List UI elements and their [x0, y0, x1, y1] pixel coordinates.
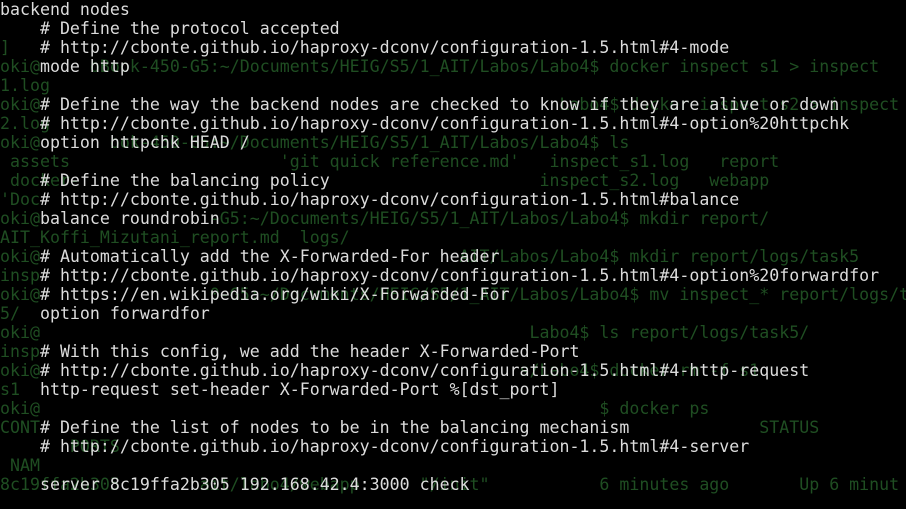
- config-line: # https://en.wikipedia.org/wiki/X-Forwar…: [0, 285, 510, 304]
- config-line: # http://cbonte.github.io/haproxy-dconv/…: [0, 190, 740, 209]
- background-line: assets 'git quick reference.md' inspect_…: [0, 152, 780, 171]
- config-line: mode http: [0, 57, 130, 76]
- config-line: # Automatically add the X-Forwarded-For …: [0, 247, 500, 266]
- config-line: server 8c19ffa2b305 192.168.42.4:3000 ch…: [0, 475, 470, 494]
- config-line: option httpchk HEAD /: [0, 133, 250, 152]
- config-line: # Define the list of nodes to be in the …: [0, 418, 630, 437]
- config-line: option forwardfor: [0, 304, 210, 323]
- config-line: # Define the balancing policy: [0, 171, 330, 190]
- config-line: balance roundrobin: [0, 209, 220, 228]
- background-line: oki@ oBook-450-G5:~/Documents/HEIG/S5/1_…: [0, 57, 880, 76]
- config-line: # http://cbonte.github.io/haproxy-dconv/…: [0, 266, 880, 285]
- config-line: # Define the protocol accepted: [0, 19, 340, 38]
- config-line: # http://cbonte.github.io/haproxy-dconv/…: [0, 361, 810, 380]
- config-line: backend nodes: [0, 0, 130, 19]
- background-line: oki@ $ docker ps: [0, 399, 710, 418]
- config-line: # With this config, we add the header X-…: [0, 342, 580, 361]
- config-line: # http://cbonte.github.io/haproxy-dconv/…: [0, 114, 850, 133]
- background-line: AIT_Koffi_Mizutani_report.md logs/: [0, 228, 350, 247]
- config-line: # Define the way the backend nodes are c…: [0, 95, 840, 114]
- config-line: # http://cbonte.github.io/haproxy-dconv/…: [0, 437, 750, 456]
- background-line: 1.log: [0, 76, 50, 95]
- config-line: # http://cbonte.github.io/haproxy-dconv/…: [0, 38, 730, 57]
- background-line: oki@ Labo4$ ls report/logs/task5/: [0, 323, 810, 342]
- background-line: NAM: [0, 456, 40, 475]
- terminal-window[interactable]: ] oki@ oBook-450-G5:~/Documents/HEIG/S5/1…: [0, 0, 906, 509]
- config-line: http-request set-header X-Forwarded-Port…: [0, 380, 560, 399]
